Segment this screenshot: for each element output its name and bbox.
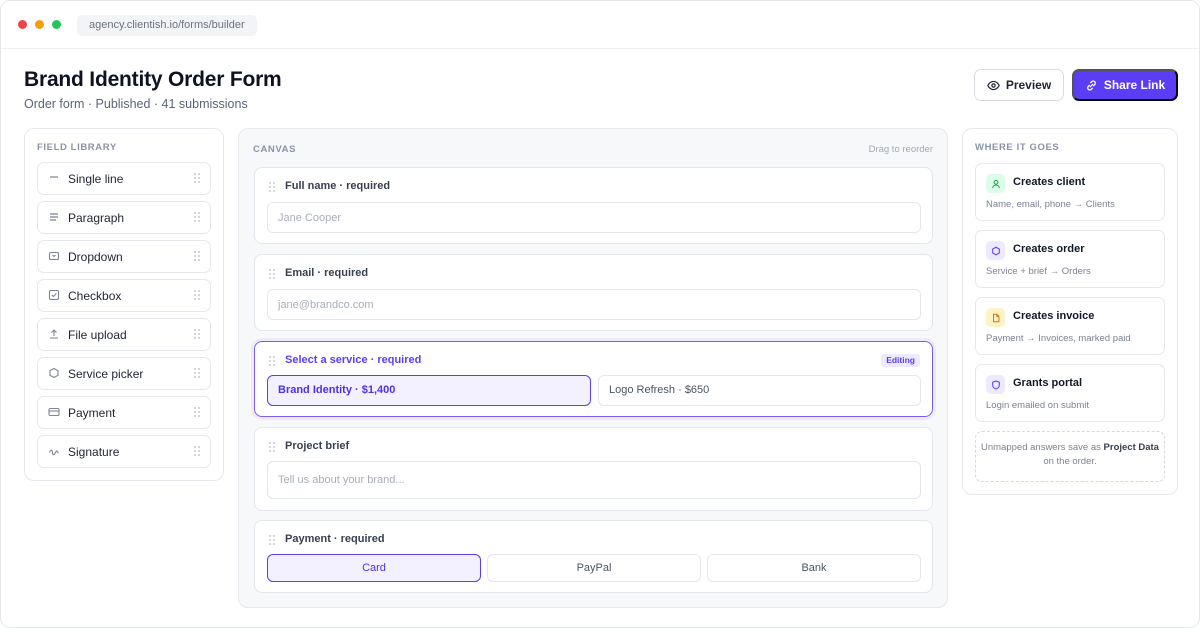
document-icon	[986, 308, 1005, 327]
destination-title: Grants portal	[1013, 377, 1083, 389]
upload-icon	[50, 329, 58, 339]
service-option-logo-refresh[interactable]: Logo Refresh · $650	[598, 375, 921, 406]
library-item-label: File upload	[68, 328, 127, 342]
library-item-single-line[interactable]: Single line	[37, 162, 211, 195]
library-item-label: Single line	[68, 172, 124, 186]
app-window: agency.clientish.io/forms/builder Brand …	[0, 0, 1200, 628]
eye-icon	[986, 80, 1000, 90]
library-item-label: Checkbox	[68, 289, 122, 303]
maximize-window-dot[interactable]	[52, 20, 61, 29]
destination-creates-invoice[interactable]: Creates invoice Payment → Invoices, mark…	[975, 297, 1165, 355]
drag-handle-icon[interactable]	[194, 290, 200, 301]
unmapped-suffix: on the order.	[1043, 456, 1097, 467]
field-card-email[interactable]: Email · required	[254, 254, 933, 331]
drag-handle-icon[interactable]	[194, 251, 200, 262]
preview-button[interactable]: Preview	[974, 69, 1064, 101]
library-item-checkbox[interactable]: Checkbox	[37, 279, 211, 312]
library-item-label: Signature	[68, 445, 120, 459]
library-item-dropdown[interactable]: Dropdown	[37, 240, 211, 273]
drag-handle-icon[interactable]	[269, 356, 275, 366]
field-label: Full name · required	[285, 180, 391, 192]
library-item-service-picker[interactable]: Service picker	[37, 357, 211, 390]
library-item-label: Payment	[68, 406, 116, 420]
drag-handle-icon[interactable]	[269, 442, 275, 452]
field-label: Project brief	[285, 440, 350, 452]
where-it-goes-panel: WHERE IT GOES Creates client Name, email…	[962, 128, 1178, 495]
address-bar[interactable]: agency.clientish.io/forms/builder	[77, 15, 257, 36]
drag-handle-icon[interactable]	[194, 329, 200, 340]
field-label: Select a service · required	[285, 354, 422, 366]
unmapped-project-data: Project Data	[1103, 442, 1159, 453]
field-library-panel: FIELD LIBRARY Single line Paragraph Drop…	[24, 128, 224, 481]
close-window-dot[interactable]	[18, 20, 27, 29]
field-label: Email · required	[285, 267, 369, 279]
minimize-window-dot[interactable]	[35, 20, 44, 29]
drag-handle-icon[interactable]	[269, 182, 275, 192]
library-item-payment[interactable]: Payment	[37, 396, 211, 429]
library-item-label: Dropdown	[68, 250, 123, 264]
field-card-full-name[interactable]: Full name · required	[254, 167, 933, 244]
hexagon-icon	[986, 241, 1005, 260]
drag-handle-icon[interactable]	[194, 407, 200, 418]
dropdown-icon	[48, 251, 60, 261]
project-brief-input[interactable]	[267, 461, 921, 499]
lines-icon	[50, 213, 58, 221]
drag-handle-icon[interactable]	[194, 446, 200, 457]
drag-handle-icon[interactable]	[194, 368, 200, 379]
email-input[interactable]	[267, 289, 921, 320]
browser-titlebar: agency.clientish.io/forms/builder	[1, 1, 1199, 49]
destination-description: Name, email, phone → Clients	[986, 199, 1115, 210]
destination-creates-client[interactable]: Creates client Name, email, phone → Clie…	[975, 163, 1165, 221]
library-item-file-upload[interactable]: File upload	[37, 318, 211, 351]
shield-icon	[986, 375, 1005, 394]
drag-handle-icon[interactable]	[194, 212, 200, 223]
library-item-signature[interactable]: Signature	[37, 435, 211, 468]
link-icon	[1086, 79, 1096, 91]
form-canvas-panel: CANVAS Drag to reorder Full name · requi…	[238, 128, 948, 608]
destination-description: Service + brief → Orders	[986, 266, 1091, 277]
checkbox-icon	[48, 289, 60, 301]
field-library-heading: FIELD LIBRARY	[37, 142, 117, 153]
full-name-input[interactable]	[267, 202, 921, 233]
page-title: Brand Identity Order Form	[24, 68, 282, 91]
destination-description: Login emailed on submit	[986, 400, 1089, 411]
user-icon	[986, 174, 1005, 193]
service-option-brand-identity[interactable]: Brand Identity · $1,400	[267, 375, 591, 406]
drag-to-reorder-hint: Drag to reorder	[868, 144, 933, 155]
payment-option-bank[interactable]: Bank	[707, 554, 921, 582]
editing-badge: Editing	[881, 354, 920, 367]
drag-handle-icon[interactable]	[269, 535, 275, 545]
destination-title: Creates order	[1013, 243, 1085, 255]
library-item-paragraph[interactable]: Paragraph	[37, 201, 211, 234]
minus-icon	[50, 176, 58, 178]
hexagon-icon	[49, 367, 59, 379]
signature-icon	[49, 449, 59, 456]
field-card-service[interactable]: Select a service · required Editing Bran…	[254, 341, 933, 417]
payment-option-paypal[interactable]: PayPal	[487, 554, 701, 582]
field-label: Payment · required	[285, 533, 385, 545]
drag-handle-icon[interactable]	[269, 269, 275, 279]
canvas-heading: CANVAS	[253, 144, 297, 155]
destination-description: Payment → Invoices, marked paid	[986, 333, 1131, 344]
unmapped-answers-note: Unmapped answers save as Project Data on…	[975, 431, 1165, 482]
preview-label: Preview	[1005, 78, 1052, 92]
destination-grants-portal[interactable]: Grants portal Login emailed on submit	[975, 364, 1165, 422]
page-subtitle: Order form · Published · 41 submissions	[24, 97, 248, 111]
field-card-project-brief[interactable]: Project brief	[254, 427, 933, 511]
field-card-payment[interactable]: Payment · required Card PayPal Bank	[254, 520, 933, 593]
library-item-label: Paragraph	[68, 211, 125, 225]
share-link-button[interactable]: Share Link	[1072, 69, 1178, 101]
share-link-label: Share Link	[1103, 78, 1166, 92]
library-item-label: Service picker	[68, 367, 144, 381]
destination-creates-order[interactable]: Creates order Service + brief → Orders	[975, 230, 1165, 288]
payment-option-card[interactable]: Card	[267, 554, 481, 582]
destination-title: Creates invoice	[1013, 310, 1095, 322]
drag-handle-icon[interactable]	[194, 173, 200, 184]
unmapped-prefix: Unmapped answers save as	[981, 442, 1104, 453]
destination-title: Creates client	[1013, 176, 1086, 188]
credit-card-icon	[48, 407, 60, 417]
where-it-goes-heading: WHERE IT GOES	[975, 142, 1060, 153]
